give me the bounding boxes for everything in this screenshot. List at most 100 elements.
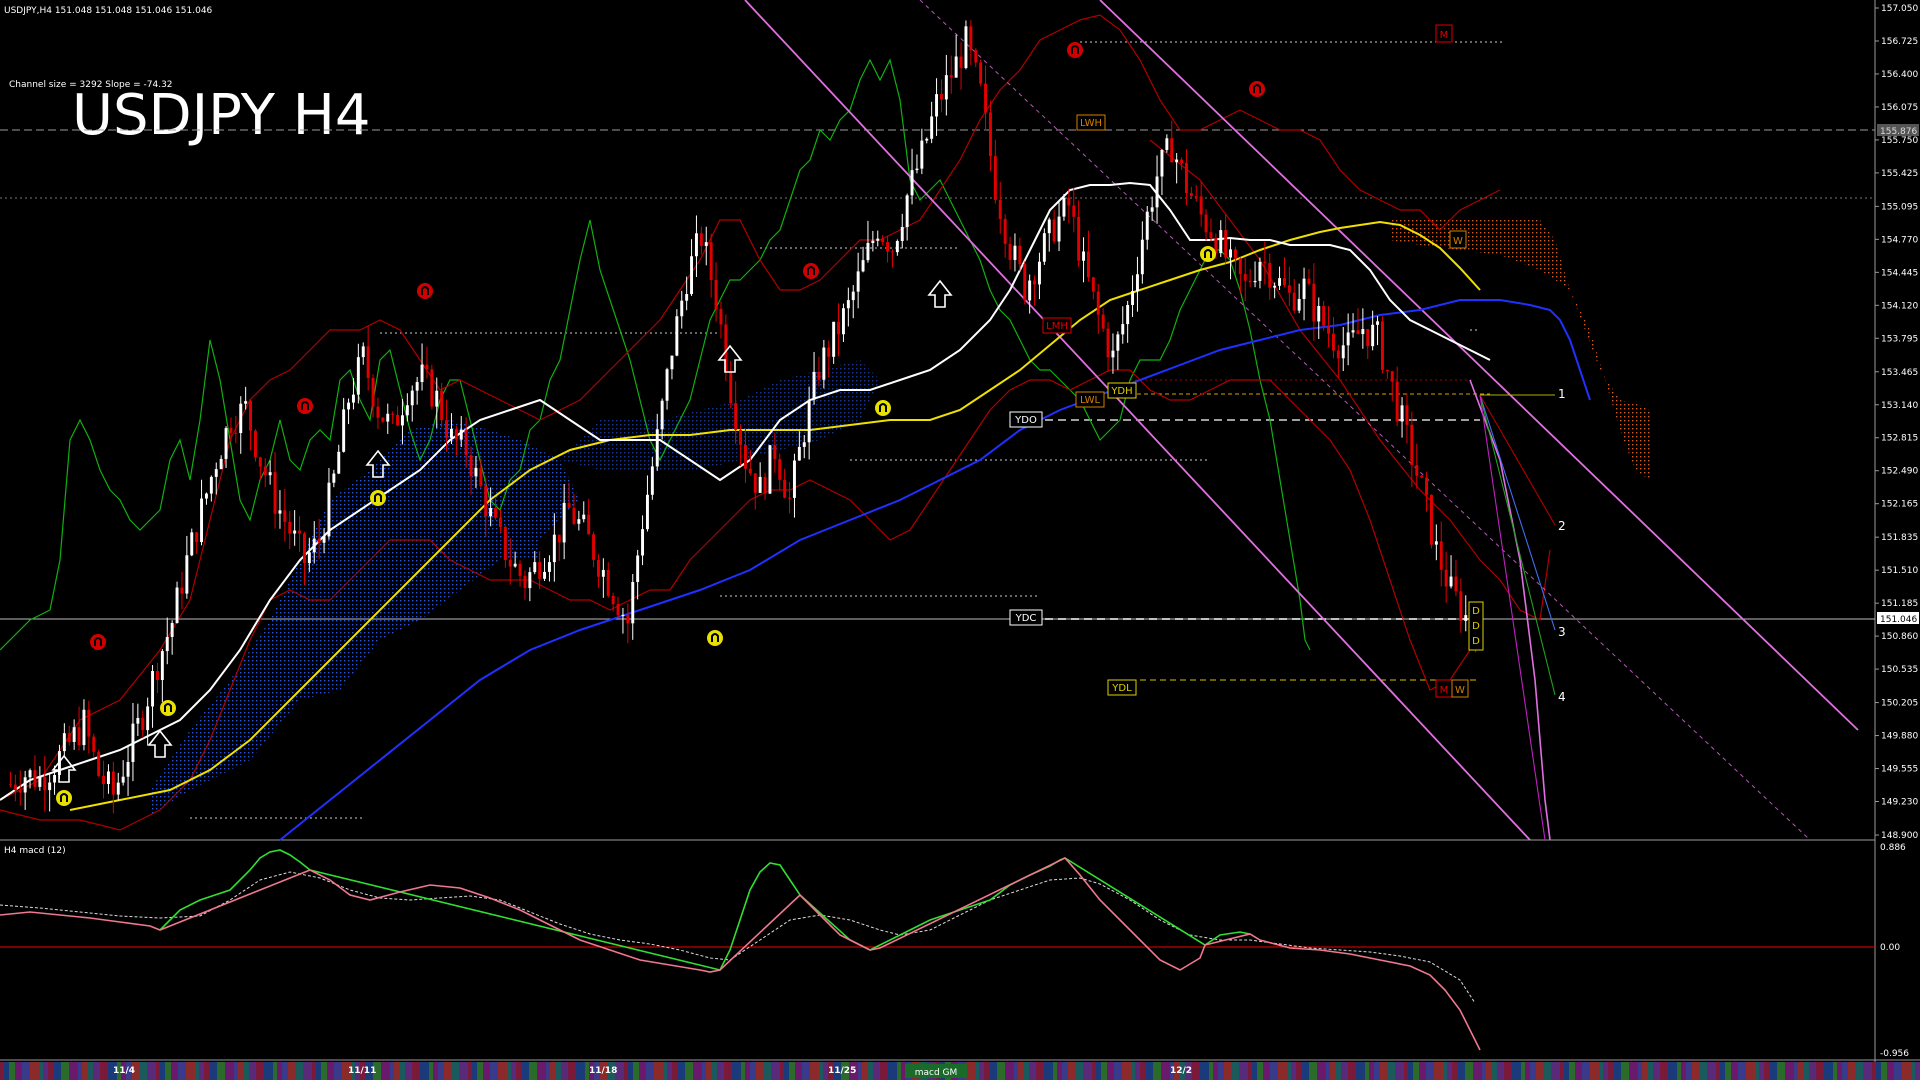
bear-candle xyxy=(234,432,238,434)
time-strip-segment xyxy=(975,1062,979,1080)
bear-candle xyxy=(195,532,199,543)
time-strip-segment xyxy=(234,1062,238,1080)
target-3: 3 xyxy=(1558,625,1566,639)
bull-candle xyxy=(351,394,355,403)
time-strip-segment xyxy=(498,1062,507,1080)
price-tick-label: 154.770 xyxy=(1881,235,1918,245)
time-strip-segment xyxy=(282,1062,288,1080)
time-label-1: 11/4 xyxy=(113,1066,135,1076)
bear-candle xyxy=(1003,218,1007,244)
time-strip-segment xyxy=(1863,1062,1872,1080)
time-strip-segment xyxy=(210,1062,217,1080)
bull-candle xyxy=(528,572,532,589)
bear-candle xyxy=(783,479,787,498)
bear-candle xyxy=(969,26,973,51)
bull-candle xyxy=(920,140,924,169)
bull-candle xyxy=(307,552,311,564)
bull-candle xyxy=(244,401,248,404)
bull-candle xyxy=(72,727,76,743)
price-tick-label: 156.075 xyxy=(1881,103,1918,113)
bear-candle xyxy=(1356,330,1360,335)
bear-candle xyxy=(611,595,615,605)
bear-candle xyxy=(592,534,596,560)
bull-candle xyxy=(474,467,478,477)
time-strip-segment xyxy=(1902,1062,1911,1080)
bear-candle xyxy=(484,486,488,517)
bull-candle xyxy=(136,717,140,724)
bull-candle xyxy=(53,775,57,783)
bear-candle xyxy=(180,587,184,594)
bull-candle xyxy=(513,563,517,567)
time-strip-segment xyxy=(1681,1062,1686,1080)
time-strip-segment xyxy=(862,1062,867,1080)
time-strip-segment xyxy=(1785,1062,1794,1080)
time-strip-segment xyxy=(1809,1062,1816,1080)
bear-candle xyxy=(371,377,375,407)
bull-candle xyxy=(151,670,155,707)
time-strip-segment xyxy=(1798,1062,1803,1080)
bear-candle xyxy=(734,403,738,430)
bull-candle xyxy=(1150,207,1154,212)
bull-candle xyxy=(48,782,52,791)
time-strip-segment xyxy=(1131,1062,1135,1080)
time-strip-segment xyxy=(1239,1062,1248,1080)
time-strip-segment xyxy=(880,1062,888,1080)
bear-candle xyxy=(317,538,321,543)
bull-candle xyxy=(1351,330,1355,333)
bear-candle xyxy=(1072,205,1076,217)
bear-candle xyxy=(43,777,47,791)
time-strip-segment xyxy=(1497,1062,1504,1080)
time-strip-segment xyxy=(1209,1062,1213,1080)
bull-candle xyxy=(1042,233,1046,262)
bear-candle xyxy=(1420,475,1424,478)
time-strip-segment xyxy=(858,1062,862,1080)
time-strip-segment xyxy=(288,1062,295,1080)
bull-candle xyxy=(160,651,164,681)
time-strip-segment xyxy=(429,1062,433,1080)
bear-candle xyxy=(729,372,733,404)
time-strip-segment xyxy=(717,1062,724,1080)
bull-candle xyxy=(822,347,826,380)
bull-candle xyxy=(665,369,669,401)
bull-candle xyxy=(1376,321,1380,325)
bull-candle xyxy=(224,428,228,459)
bull-candle xyxy=(322,536,326,543)
bull-candle xyxy=(944,75,948,100)
bull-candle xyxy=(239,403,243,434)
time-strip-segment xyxy=(667,1062,672,1080)
bull-candle xyxy=(577,519,581,524)
price-tick-label: 150.860 xyxy=(1881,632,1918,642)
bull-candle xyxy=(552,534,556,563)
bull-candle xyxy=(851,291,855,301)
bull-candle xyxy=(204,493,208,499)
time-strip-segment xyxy=(1837,1062,1842,1080)
time-strip-segment xyxy=(1317,1062,1326,1080)
bull-candle xyxy=(802,442,806,447)
bull-candle xyxy=(1273,285,1277,288)
bear-candle xyxy=(587,514,591,535)
time-strip-segment xyxy=(1848,1062,1855,1080)
bull-candle xyxy=(631,581,635,624)
time-strip-segment xyxy=(1660,1062,1668,1080)
bull-candle xyxy=(547,562,551,572)
time-strip-segment xyxy=(412,1062,420,1080)
bear-candle xyxy=(753,473,757,493)
bull-candle xyxy=(866,243,870,261)
bull-candle xyxy=(861,260,865,272)
time-strip-segment xyxy=(243,1062,249,1080)
bull-candle xyxy=(1126,304,1130,325)
macd-title: H4 macd (12) xyxy=(4,846,66,856)
bull-candle xyxy=(62,733,66,752)
time-strip-segment xyxy=(1447,1062,1452,1080)
time-strip-segment xyxy=(1653,1062,1660,1080)
bear-candle xyxy=(1180,159,1184,163)
bear-candle xyxy=(97,751,101,776)
bull-candle xyxy=(621,614,625,616)
time-strip-segment xyxy=(321,1062,327,1080)
bear-candle xyxy=(1395,381,1399,422)
time-strip-segment xyxy=(711,1062,717,1080)
price-tick-label: 152.490 xyxy=(1881,467,1918,477)
target-numbers: 1 2 3 4 xyxy=(1558,387,1566,704)
bear-candle xyxy=(273,472,277,514)
time-strip-segment xyxy=(507,1062,511,1080)
